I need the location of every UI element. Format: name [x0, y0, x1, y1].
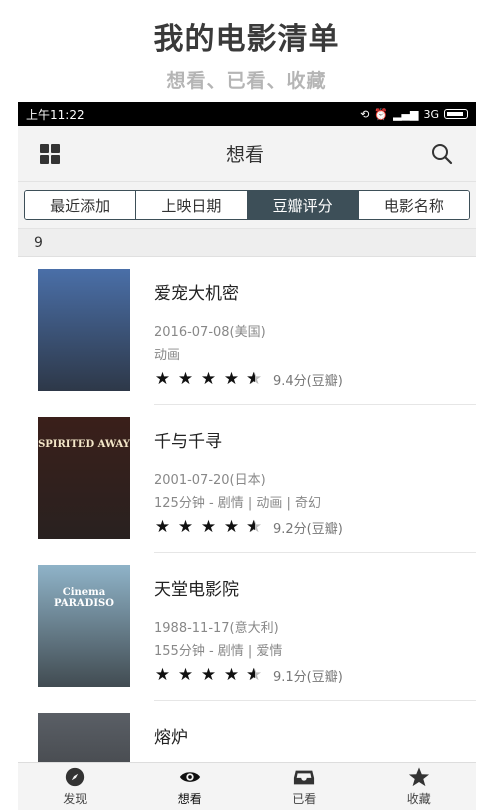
star-icon: ★: [154, 369, 171, 389]
movie-genre: 125分钟 - 剧情 | 动画 | 奇幻: [154, 496, 322, 511]
signal-icon: ▂▄▆: [393, 107, 419, 121]
rating-score: 9.2分(豆瓣): [273, 521, 343, 537]
bottom-tab-bar: 发现 想看 已看 收藏: [18, 762, 476, 810]
status-icons: ⟲ ⏰ ▂▄▆ 3G: [360, 108, 468, 121]
sync-icon: ⟲: [360, 107, 370, 121]
sort-tab-0[interactable]: 最近添加: [25, 191, 137, 219]
movie-release-date: 2016-07-08(美国): [154, 325, 266, 340]
rating-score: 9.4分(豆瓣): [273, 373, 343, 389]
tab-label: 发现: [63, 792, 88, 806]
star-icon: ★: [200, 665, 217, 685]
movie-count: 9: [34, 234, 43, 251]
status-time: 上午11:22: [26, 107, 85, 122]
eye-icon: [179, 772, 200, 782]
star-icon: ★: [200, 517, 217, 537]
movie-title: 爱宠大机密: [154, 284, 239, 304]
movie-poster: Cinema PARADISO: [38, 565, 130, 687]
star-icon: ★: [177, 665, 194, 685]
star-rating: ★ ★ ★ ★ ★: [154, 517, 263, 537]
star-icon: ★: [200, 369, 217, 389]
star-icon: ★: [246, 369, 263, 389]
phone-screen: 上午11:22 ⟲ ⏰ ▂▄▆ 3G 想看 最近添加 上映日期 豆瓣评分 电影名称 9…: [18, 102, 476, 810]
battery-icon: [444, 109, 468, 119]
movie-item[interactable]: 爱宠大机密 2016-07-08(美国) 动画 ★ ★ ★ ★ ★ 9.4分(豆瓣): [18, 257, 476, 405]
sort-segments: 最近添加 上映日期 豆瓣评分 电影名称: [24, 190, 470, 220]
movie-item[interactable]: Cinema PARADISO 天堂电影院 1988-11-17(意大利) 155分钟…: [18, 553, 476, 701]
movie-info: 千与千寻 2001-07-20(日本) 125分钟 - 剧情 | 动画 | 奇幻 ★ ★…: [154, 417, 476, 553]
sort-tab-3[interactable]: 电影名称: [358, 191, 469, 219]
poster-caption: SPIRITED AWAY: [38, 439, 130, 450]
tab-compass[interactable]: 发现: [18, 763, 133, 810]
tab-eye[interactable]: 想看: [133, 763, 248, 810]
movie-release-date: 1988-11-17(意大利): [154, 621, 279, 636]
star-icon: ★: [223, 517, 240, 537]
app-bar: 想看: [18, 126, 476, 182]
star-icon: ★: [177, 369, 194, 389]
movie-genre: 动画: [154, 348, 181, 363]
star-icon: ★: [246, 517, 263, 537]
movie-poster: [38, 269, 130, 391]
grid-icon[interactable]: [40, 143, 60, 164]
page-title: 想看: [225, 144, 264, 166]
rating-row: ★ ★ ★ ★ ★ 9.1分(豆瓣): [154, 665, 476, 685]
tab-star[interactable]: 收藏: [362, 763, 477, 810]
count-bar: 9: [18, 229, 476, 257]
star-icon: ★: [246, 665, 263, 685]
promo-title: 我的电影清单: [153, 22, 340, 57]
star-icon: ★: [223, 665, 240, 685]
promo-subtitle: 想看、已看、收藏: [166, 70, 327, 92]
movie-title: 千与千寻: [154, 432, 222, 452]
rating-row: ★ ★ ★ ★ ★ 9.4分(豆瓣): [154, 369, 476, 389]
movie-release-date: 2001-07-20(日本): [154, 473, 266, 488]
rating-score: 9.1分(豆瓣): [273, 669, 343, 685]
rating-row: ★ ★ ★ ★ ★ 9.2分(豆瓣): [154, 517, 476, 537]
star-rating: ★ ★ ★ ★ ★: [154, 369, 263, 389]
tab-label: 想看: [177, 792, 202, 806]
star-icon: ★: [177, 517, 194, 537]
star-icon: ★: [154, 517, 171, 537]
sort-tab-2[interactable]: 豆瓣评分: [247, 191, 359, 219]
tab-label: 已看: [292, 792, 317, 806]
status-bar: 上午11:22 ⟲ ⏰ ▂▄▆ 3G: [18, 102, 476, 126]
movie-title: 天堂电影院: [154, 580, 239, 600]
movie-genre: 155分钟 - 剧情 | 爱情: [154, 644, 283, 659]
star-icon: ★: [223, 369, 240, 389]
poster-caption: Cinema PARADISO: [54, 587, 114, 609]
movie-title: 熔炉: [154, 728, 188, 748]
tab-inbox[interactable]: 已看: [247, 763, 362, 810]
sort-tab-1[interactable]: 上映日期: [136, 191, 248, 219]
movie-info: 爱宠大机密 2016-07-08(美国) 动画 ★ ★ ★ ★ ★ 9.4分(豆瓣): [154, 269, 476, 405]
star-icon: [408, 767, 429, 787]
search-icon[interactable]: [430, 142, 454, 166]
inbox-icon: [294, 770, 315, 785]
movie-list: 爱宠大机密 2016-07-08(美国) 动画 ★ ★ ★ ★ ★ 9.4分(豆瓣) SPIRIT…: [18, 257, 476, 810]
movie-item[interactable]: SPIRITED AWAY 千与千寻 2001-07-20(日本) 125分钟 - 剧…: [18, 405, 476, 553]
network-label: 3G: [423, 107, 439, 121]
alarm-icon: ⏰: [374, 107, 389, 121]
compass-icon: [66, 767, 85, 787]
movie-poster: SPIRITED AWAY: [38, 417, 130, 539]
sort-bar: 最近添加 上映日期 豆瓣评分 电影名称: [18, 182, 476, 229]
movie-info: 天堂电影院 1988-11-17(意大利) 155分钟 - 剧情 | 爱情 ★ ★ ★ ★ ★…: [154, 565, 476, 701]
tab-label: 收藏: [406, 792, 431, 806]
star-icon: ★: [154, 665, 171, 685]
star-rating: ★ ★ ★ ★ ★: [154, 665, 263, 685]
